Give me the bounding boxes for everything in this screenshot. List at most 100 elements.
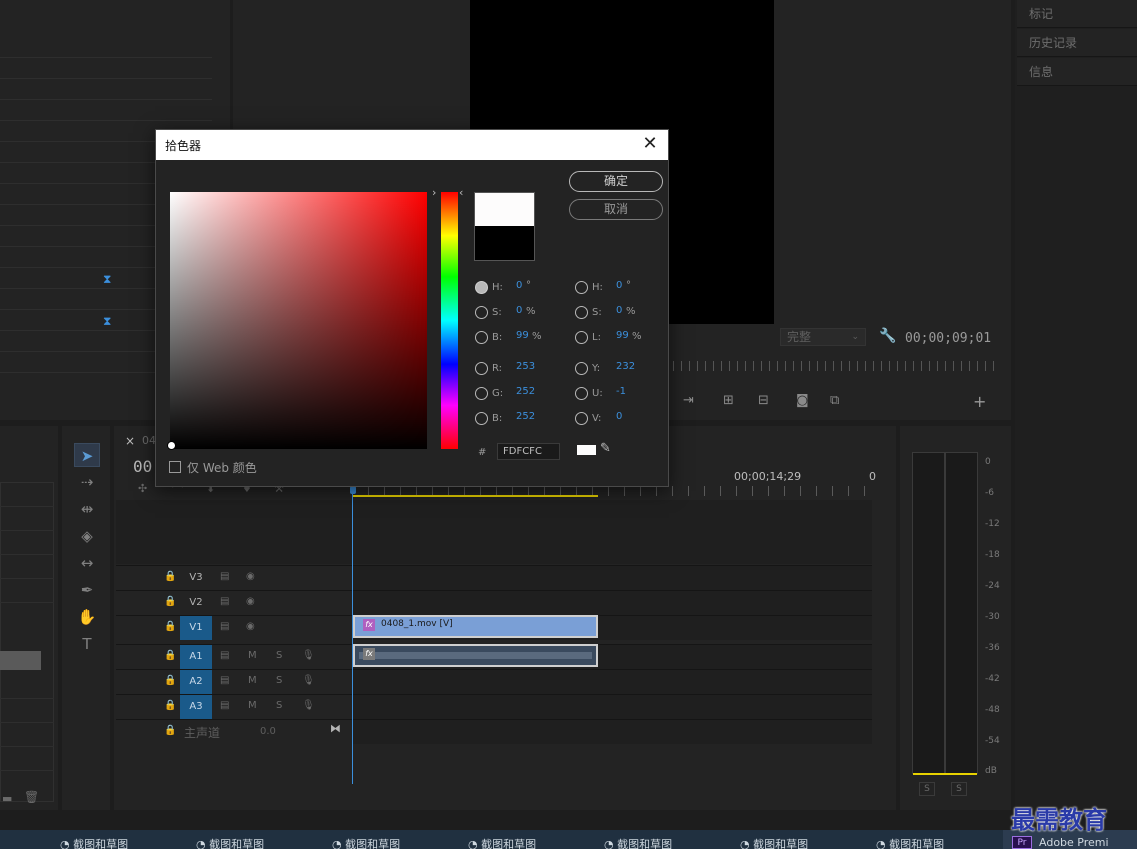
value-hsl-h[interactable]: 0 bbox=[616, 280, 622, 291]
work-area-bar[interactable] bbox=[352, 495, 598, 497]
ok-button[interactable]: 确定 bbox=[569, 171, 663, 192]
track-name[interactable]: V1 bbox=[180, 616, 212, 640]
pen-tool-icon[interactable]: ✒ bbox=[74, 578, 100, 602]
razor-tool-icon[interactable]: ◈ bbox=[74, 524, 100, 548]
slip-tool-icon[interactable]: ↔ bbox=[74, 551, 100, 575]
sequence-tab[interactable]: 04 bbox=[142, 434, 156, 447]
ripple-edit-tool-icon[interactable]: ⇹ bbox=[74, 497, 100, 521]
sync-icon[interactable]: ⧗ bbox=[103, 314, 111, 329]
taskbar-item[interactable]: ◔ 截图和草图 bbox=[332, 836, 400, 849]
value-rgb-r[interactable]: 253 bbox=[516, 361, 535, 372]
lock-icon[interactable]: 🔒 bbox=[164, 700, 176, 711]
tab-info[interactable]: 信息 bbox=[1017, 58, 1137, 86]
selection-tool-icon[interactable]: ➤ bbox=[74, 443, 100, 467]
value-hsl-s[interactable]: 0 bbox=[616, 305, 622, 316]
eye-icon[interactable]: ◉ bbox=[246, 596, 255, 607]
eyedropper-icon[interactable]: ✎ bbox=[600, 441, 611, 456]
track-a2[interactable]: 🔒 A2 ▤ M S 🎙 bbox=[116, 669, 872, 694]
meter-solo-left[interactable]: S bbox=[919, 782, 935, 796]
value-rgb-b[interactable]: 252 bbox=[516, 411, 535, 422]
eye-icon[interactable]: ◉ bbox=[246, 621, 255, 632]
radio-hsl-h[interactable] bbox=[575, 281, 588, 294]
track-name[interactable]: A2 bbox=[180, 670, 212, 694]
taskbar-item[interactable]: ◔ 截图和草图 bbox=[876, 836, 944, 849]
sync-lock-icon[interactable]: ▤ bbox=[220, 675, 229, 686]
radio-rgb-g[interactable] bbox=[475, 387, 488, 400]
track-name[interactable]: A1 bbox=[180, 645, 212, 669]
folder-icon[interactable]: ▬ bbox=[2, 792, 12, 805]
value-hsb-h[interactable]: 0 bbox=[516, 280, 522, 291]
track-a3[interactable]: 🔒 A3 ▤ M S 🎙 bbox=[116, 694, 872, 719]
audio-clip[interactable]: fx bbox=[353, 644, 598, 667]
taskbar-item[interactable]: ◔ 截图和草图 bbox=[60, 836, 128, 849]
web-only-checkbox[interactable] bbox=[169, 461, 181, 473]
value-rgb-g[interactable]: 252 bbox=[516, 386, 535, 397]
mic-icon[interactable]: 🎙 bbox=[302, 650, 315, 661]
tab-history[interactable]: 历史记录 bbox=[1017, 29, 1137, 57]
radio-hsb-b[interactable] bbox=[475, 331, 488, 344]
type-tool-icon[interactable]: T bbox=[74, 632, 100, 656]
hue-slider[interactable] bbox=[441, 192, 458, 449]
radio-yuv-v[interactable] bbox=[575, 412, 588, 425]
taskbar-item[interactable]: ◔ 截图和草图 bbox=[196, 836, 264, 849]
close-icon[interactable]: ✕ bbox=[640, 134, 660, 154]
camera-icon[interactable]: ◙ bbox=[796, 393, 809, 408]
sync-lock-icon[interactable]: ▤ bbox=[220, 650, 229, 661]
lock-icon[interactable]: 🔒 bbox=[164, 596, 176, 607]
snap-icon[interactable]: ✣ bbox=[138, 482, 147, 495]
lock-icon[interactable]: 🔒 bbox=[164, 650, 176, 661]
radio-hsl-s[interactable] bbox=[575, 306, 588, 319]
meter-solo-right[interactable]: S bbox=[951, 782, 967, 796]
fit-select[interactable]: 完整 ⌄ bbox=[780, 328, 866, 346]
compare-icon[interactable]: ⧉ bbox=[830, 393, 839, 408]
radio-hsl-l[interactable] bbox=[575, 331, 588, 344]
taskbar-item[interactable]: ◔ 截图和草图 bbox=[604, 836, 672, 849]
lock-icon[interactable]: 🔒 bbox=[164, 725, 176, 736]
radio-yuv-y[interactable] bbox=[575, 362, 588, 375]
track-v3[interactable]: 🔒 V3 ▤ ◉ bbox=[116, 565, 872, 590]
radio-hsb-h[interactable] bbox=[475, 281, 488, 294]
mute-button[interactable]: M bbox=[248, 650, 257, 661]
go-to-in-icon[interactable]: ⇥ bbox=[683, 393, 694, 408]
track-select-tool-icon[interactable]: ⇢ bbox=[74, 470, 100, 494]
solo-button[interactable]: S bbox=[276, 650, 282, 661]
lock-icon[interactable]: 🔒 bbox=[164, 621, 176, 632]
value-hsb-s[interactable]: 0 bbox=[516, 305, 522, 316]
hex-input[interactable]: FDFCFC bbox=[497, 443, 560, 460]
mute-button[interactable]: M bbox=[248, 700, 257, 711]
radio-rgb-r[interactable] bbox=[475, 362, 488, 375]
sync-icon[interactable]: ⧗ bbox=[103, 272, 111, 287]
hand-tool-icon[interactable]: ✋ bbox=[74, 605, 100, 629]
insert-icon[interactable]: ⊞ bbox=[723, 393, 734, 408]
sync-lock-icon[interactable]: ▤ bbox=[220, 700, 229, 711]
track-master[interactable]: 🔒 主声道 0.0 ⧓ bbox=[116, 719, 872, 744]
saturation-brightness-field[interactable] bbox=[170, 192, 427, 449]
trash-icon[interactable]: 🗑 bbox=[24, 790, 39, 804]
wrench-icon[interactable]: 🔧 bbox=[879, 328, 896, 344]
mic-icon[interactable]: 🎙 bbox=[302, 675, 315, 686]
radio-hsb-s[interactable] bbox=[475, 306, 488, 319]
track-name[interactable]: V2 bbox=[180, 591, 212, 615]
selected-bin-item[interactable] bbox=[0, 651, 41, 670]
taskbar-item[interactable]: ◔ 截图和草图 bbox=[468, 836, 536, 849]
lock-icon[interactable]: 🔒 bbox=[164, 675, 176, 686]
value-hsb-b[interactable]: 99 bbox=[516, 330, 529, 341]
cancel-button[interactable]: 取消 bbox=[569, 199, 663, 220]
overwrite-icon[interactable]: ⊟ bbox=[758, 393, 769, 408]
value-yuv-v[interactable]: 0 bbox=[616, 411, 622, 422]
playhead-handle[interactable] bbox=[350, 486, 356, 494]
value-hsl-l[interactable]: 99 bbox=[616, 330, 629, 341]
tab-markers[interactable]: 标记 bbox=[1017, 0, 1137, 28]
color-target-marker[interactable] bbox=[167, 441, 176, 450]
sync-lock-icon[interactable]: ▤ bbox=[220, 571, 229, 582]
playhead[interactable] bbox=[352, 490, 353, 784]
lock-icon[interactable]: 🔒 bbox=[164, 571, 176, 582]
taskbar-item[interactable]: ◔ 截图和草图 bbox=[740, 836, 808, 849]
master-value[interactable]: 0.0 bbox=[260, 726, 276, 737]
bowtie-icon[interactable]: ⧓ bbox=[330, 722, 341, 735]
close-icon[interactable]: × bbox=[125, 434, 135, 448]
radio-rgb-b[interactable] bbox=[475, 412, 488, 425]
mute-button[interactable]: M bbox=[248, 675, 257, 686]
track-name[interactable]: V3 bbox=[180, 566, 212, 590]
solo-button[interactable]: S bbox=[276, 700, 282, 711]
